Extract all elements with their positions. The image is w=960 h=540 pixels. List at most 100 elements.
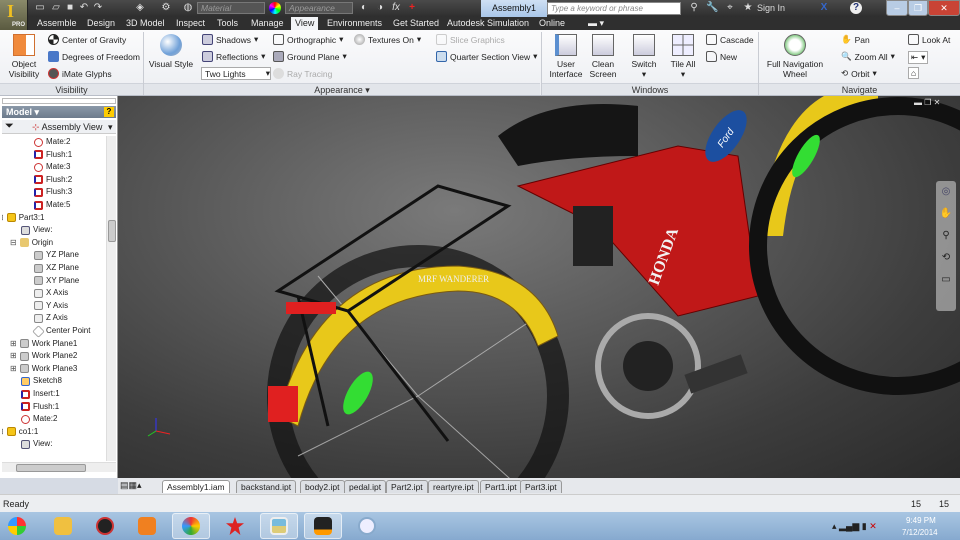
look-at-icon[interactable]: ▭ <box>936 269 956 291</box>
plus-icon[interactable]: + <box>406 2 418 14</box>
object-visibility-button[interactable]: Object Visibility <box>4 34 44 79</box>
help-icon[interactable]: ? <box>104 107 114 117</box>
tab-3d-model[interactable]: 3D Model <box>122 17 169 30</box>
navigation-bar[interactable]: ◎ ✋ ⚲ ⟲ ▭ <box>936 181 956 311</box>
close-button[interactable]: ✕ <box>928 0 960 16</box>
help-icon[interactable]: ? <box>850 2 862 14</box>
tab-get-started[interactable]: Get Started <box>389 17 443 30</box>
pan-icon[interactable]: ✋ <box>936 203 956 225</box>
tree-item[interactable]: Mate:3 <box>34 161 70 173</box>
clean-screen-button[interactable]: Clean Screen <box>586 34 620 79</box>
orbit-icon[interactable]: ⟲ <box>936 247 956 269</box>
select-icon[interactable]: ◈ <box>134 2 146 14</box>
tree-item[interactable]: YZ Plane <box>34 249 79 261</box>
binoculars-icon[interactable]: ⚲ <box>688 2 700 14</box>
textures-on-button[interactable]: Textures On ▾ <box>354 34 421 45</box>
vertical-scrollbar[interactable] <box>106 136 116 461</box>
tree-item[interactable]: Flush:1 <box>34 149 72 161</box>
star-icon[interactable]: ★ <box>742 2 754 14</box>
project-icon[interactable]: ⚙ <box>160 2 172 14</box>
tab-online[interactable]: Online <box>535 17 569 30</box>
tree-item[interactable]: View: <box>21 438 52 450</box>
scroll-thumb[interactable] <box>108 220 116 242</box>
tree-item[interactable]: ⊞ Work Plane2 <box>10 350 77 362</box>
satellite-icon[interactable]: ⌖ <box>724 2 736 14</box>
tree-item[interactable]: Flush:1 <box>21 401 59 413</box>
save-icon[interactable]: ■ <box>64 2 76 14</box>
expand-toggle-icon[interactable]: ⊟ <box>2 426 4 438</box>
new-icon[interactable]: ▭ <box>34 2 46 14</box>
taskbar-photo-viewer[interactable] <box>260 513 298 539</box>
viewport-window-controls[interactable]: ▬ ❐ ✕ <box>914 98 940 107</box>
panel-options-icon[interactable]: ▬ ▾ <box>584 17 608 30</box>
taskbar-media-app[interactable] <box>86 513 124 539</box>
document-tab[interactable]: Part2.ipt <box>386 480 428 493</box>
color-wheel-icon[interactable] <box>269 2 281 14</box>
home-view-button[interactable]: ⌂ <box>908 67 920 79</box>
tree-item[interactable]: Flush:3 <box>34 186 72 198</box>
tree-item[interactable]: ⊞ Work Plane3 <box>10 363 77 375</box>
horizontal-scrollbar[interactable] <box>2 462 116 472</box>
wrench-icon[interactable]: 🔧 <box>706 2 718 14</box>
expand-toggle-icon[interactable]: ⊞ <box>10 338 17 350</box>
tree-item[interactable]: XY Plane <box>34 275 79 287</box>
globe-icon[interactable]: ◍ <box>182 2 194 14</box>
new-window-button[interactable]: New <box>706 51 737 62</box>
tree-item[interactable]: ⊟ Origin <box>10 237 53 249</box>
scroll-thumb[interactable] <box>16 464 86 472</box>
tab-inspect[interactable]: Inspect <box>172 17 209 30</box>
tree-item[interactable]: Mate:2 <box>21 413 57 425</box>
clock-time[interactable]: 9:49 PM <box>906 516 936 525</box>
tab-assemble[interactable]: Assemble <box>33 17 81 30</box>
tray-icons[interactable]: ▴ ▂▄▆ ▮ ✕ <box>832 521 877 532</box>
document-tab[interactable]: Assembly1.iam <box>162 480 230 493</box>
zoom-all-button[interactable]: 🔍 Zoom All ▾ <box>841 51 895 62</box>
tree-item[interactable]: Y Axis <box>34 300 68 312</box>
document-tab[interactable]: reartyre.ipt <box>428 480 479 493</box>
tree-item[interactable]: Sketch8 <box>21 375 62 387</box>
ray-tracing-button[interactable]: Ray Tracing <box>273 68 332 79</box>
expand-toggle-icon[interactable]: ⊞ <box>10 363 17 375</box>
document-tab[interactable]: pedal.ipt <box>344 480 387 493</box>
tree-item[interactable]: Center Point <box>32 324 90 338</box>
tab-manage[interactable]: Manage <box>247 17 288 30</box>
open-icon[interactable]: ▱ <box>50 2 62 14</box>
application-menu-button[interactable]: I PRO <box>0 0 28 30</box>
tree-item[interactable]: Z Axis <box>34 312 68 324</box>
view-extents-button[interactable]: ⇤ ▾ <box>908 51 929 64</box>
undo-icon[interactable]: ↶ <box>78 2 90 14</box>
shadows-button[interactable]: Shadows ▾ <box>202 34 258 45</box>
taskbar-inventor[interactable] <box>304 513 342 539</box>
ground-plane-button[interactable]: Ground Plane ▾ <box>273 51 347 62</box>
document-tab[interactable]: Part3.ipt <box>520 480 562 493</box>
visual-style-button[interactable]: Visual Style <box>148 34 194 69</box>
center-of-gravity-button[interactable]: Center of Gravity <box>48 34 126 45</box>
orthographic-button[interactable]: Orthographic ▾ <box>273 34 343 45</box>
full-navigation-wheel-button[interactable]: Full Navigation Wheel <box>763 34 827 79</box>
tab-view[interactable]: View <box>291 17 319 30</box>
taskbar-explorer[interactable] <box>44 513 82 539</box>
parameters-icon[interactable]: fx <box>390 2 402 14</box>
tab-design[interactable]: Design <box>83 17 119 30</box>
taskbar-app-star[interactable] <box>216 513 254 539</box>
imate-glyphs-button[interactable]: iMate Glyphs <box>48 68 112 79</box>
assembly-view-dropdown[interactable]: ⊹ Assembly View <box>32 122 102 133</box>
cascade-button[interactable]: Cascade <box>706 34 754 45</box>
slice-graphics-button[interactable]: Slice Graphics <box>436 34 505 45</box>
document-tab[interactable]: Part1.ipt <box>480 480 522 493</box>
tile-windows-icon[interactable]: ▤▦▴ <box>120 480 142 491</box>
clock-date[interactable]: 7/12/2014 <box>902 528 938 537</box>
browser-header[interactable]: Model ▾? <box>2 106 116 118</box>
look-at-button[interactable]: Look At <box>908 34 950 45</box>
tree-item[interactable]: Mate:5 <box>34 199 70 211</box>
exchange-icon[interactable]: X <box>818 2 830 14</box>
tree-item[interactable]: X Axis <box>34 287 68 299</box>
reflections-button[interactable]: Reflections ▾ <box>202 51 265 62</box>
tree-item[interactable]: Insert:1 <box>21 388 60 400</box>
tree-item[interactable]: Flush:2 <box>34 174 72 186</box>
document-tab[interactable]: body2.ipt <box>300 480 345 493</box>
tile-all-button[interactable]: Tile All ▾ <box>666 34 700 79</box>
tree-item[interactable]: ⊟ Part3:1 <box>2 212 45 224</box>
material-dropdown[interactable]: Material <box>197 2 265 14</box>
taskbar-paint[interactable] <box>348 513 386 539</box>
